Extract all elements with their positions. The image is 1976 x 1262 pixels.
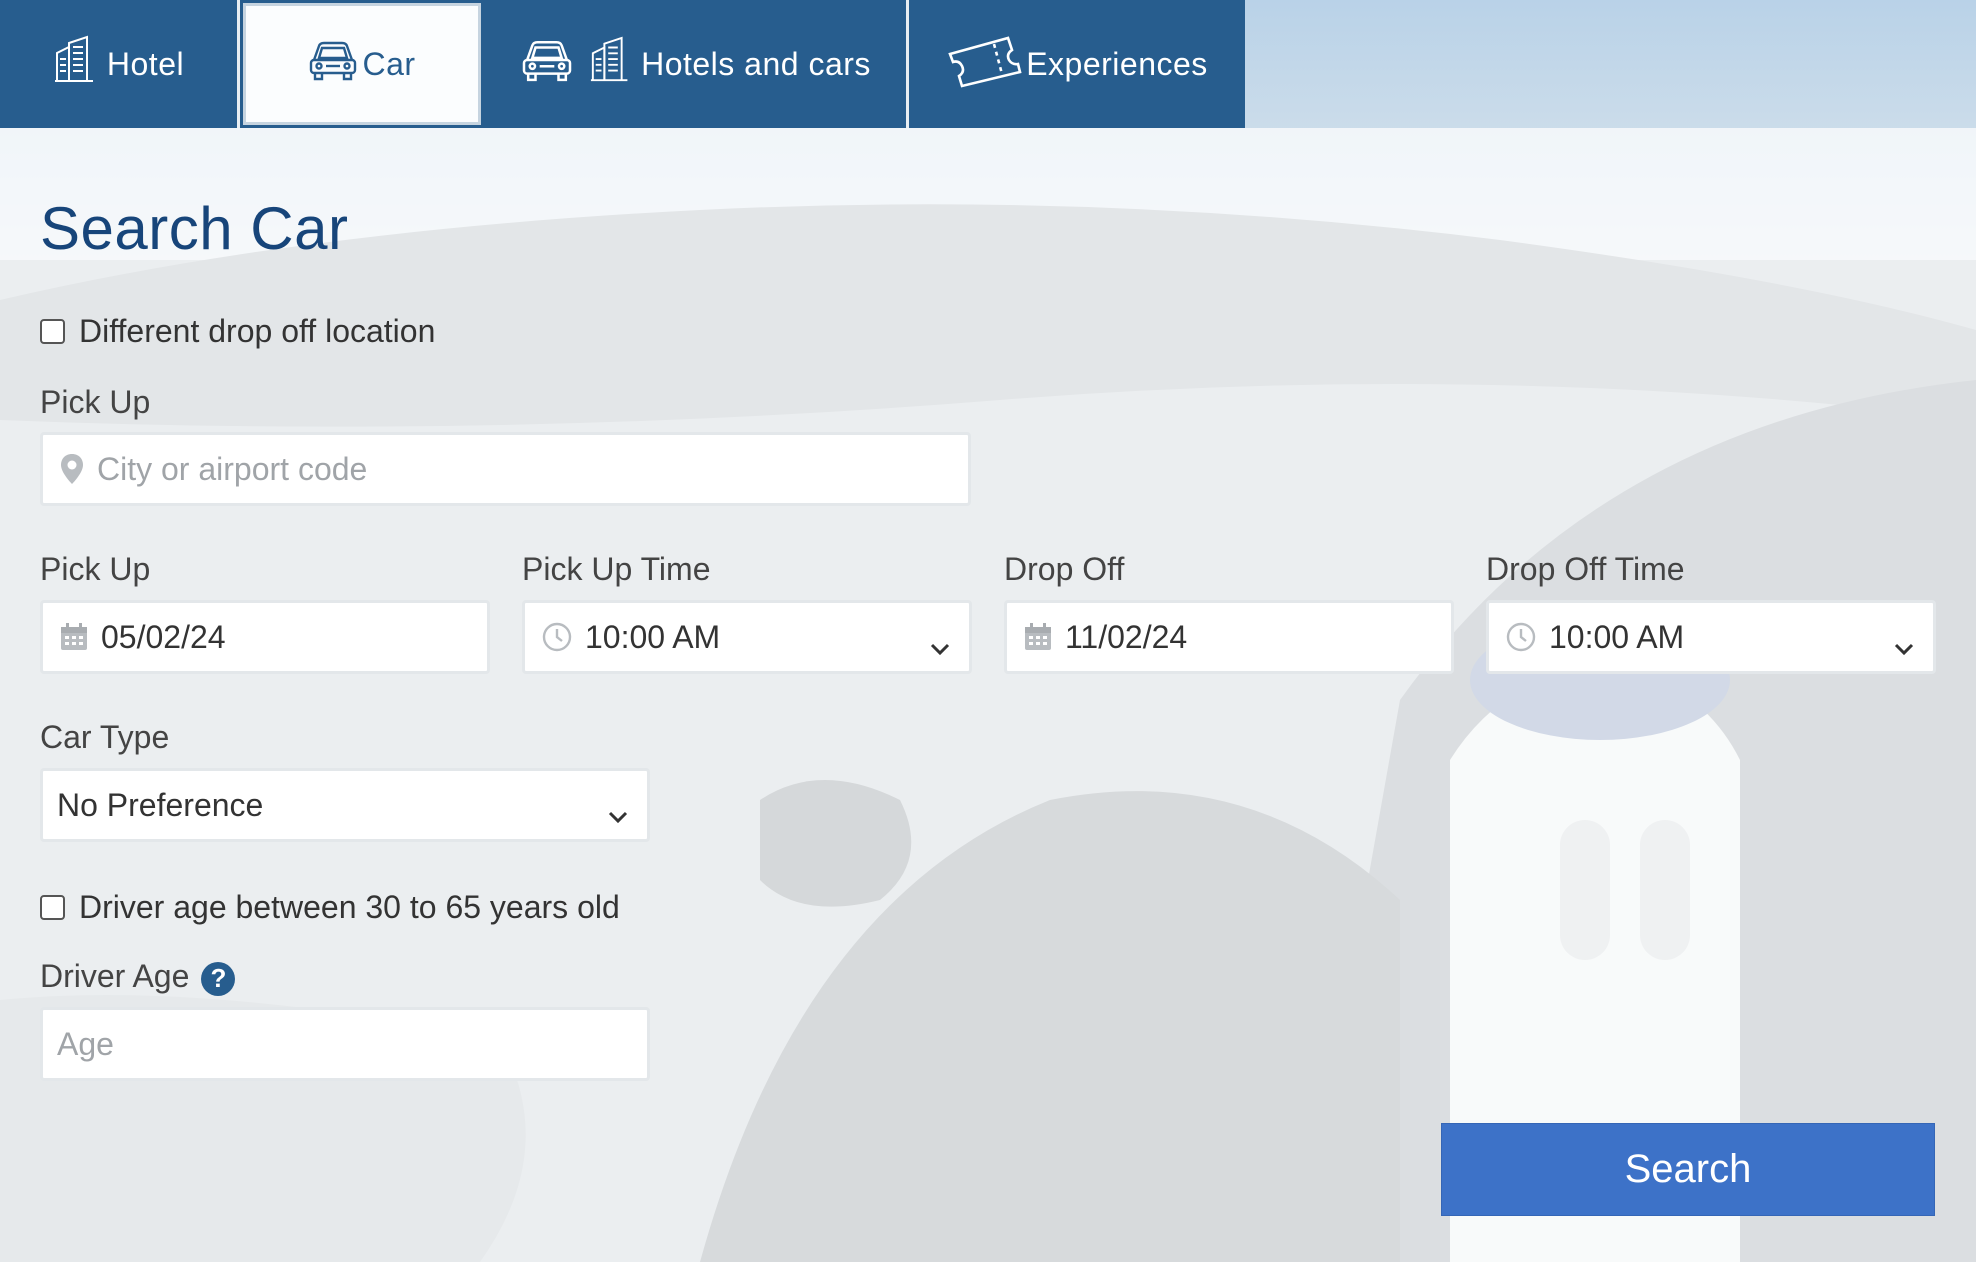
tab-hotel[interactable]: Hotel [0, 0, 240, 128]
ticket-icon [946, 32, 1022, 96]
pickup-date-label: Pick Up [40, 551, 151, 587]
driver-age-range-label[interactable]: Driver age between 30 to 65 years old [79, 889, 620, 926]
pickup-location-label: Pick Up [40, 384, 151, 420]
chevron-down-icon [607, 795, 629, 832]
car-icon [308, 38, 358, 90]
pickup-location-input[interactable]: City or airport code [40, 432, 971, 506]
driver-age-placeholder: Age [57, 1025, 114, 1062]
pickup-location-placeholder: City or airport code [97, 450, 368, 487]
driver-age-input[interactable]: Age [40, 1007, 650, 1081]
search-type-tabs: Hotel Car Hotels and cars Experiences [0, 0, 1245, 128]
different-dropoff-row: Different drop off location [40, 313, 435, 350]
tab-hotels-and-cars[interactable]: Hotels and cars [484, 0, 909, 128]
calendar-icon [59, 622, 89, 652]
pickup-time-label: Pick Up Time [522, 551, 711, 587]
driver-age-label: Driver Age [40, 958, 190, 994]
search-button[interactable]: Search [1441, 1123, 1935, 1216]
pickup-time-value: 10:00 AM [585, 618, 721, 655]
tab-hotel-label: Hotel [106, 45, 185, 82]
dropoff-time-value: 10:00 AM [1549, 618, 1685, 655]
car-type-value: No Preference [57, 786, 264, 823]
chevron-down-icon [1893, 627, 1915, 664]
different-dropoff-checkbox[interactable] [40, 319, 65, 344]
car-search-form: Search Car Different drop off location P… [0, 128, 1976, 1262]
calendar-icon [1023, 622, 1053, 652]
tab-car-label: Car [362, 45, 416, 82]
clock-icon [541, 621, 573, 653]
hotel-icon [589, 35, 637, 93]
dropoff-date-label: Drop Off [1004, 551, 1125, 587]
dropoff-date-value: 11/02/24 [1065, 618, 1188, 655]
dropoff-date-input[interactable]: 11/02/24 [1004, 600, 1454, 674]
dropoff-time-select[interactable]: 10:00 AM [1486, 600, 1936, 674]
car-type-select[interactable]: No Preference [40, 768, 650, 842]
dropoff-time-label: Drop Off Time [1486, 551, 1685, 587]
different-dropoff-label[interactable]: Different drop off location [79, 313, 435, 350]
pickup-date-value: 05/02/24 [101, 618, 226, 655]
driver-age-range-checkbox[interactable] [40, 895, 65, 920]
chevron-down-icon [929, 627, 951, 664]
tab-experiences[interactable]: Experiences [909, 0, 1245, 128]
clock-icon [1505, 621, 1537, 653]
tab-hotels-and-cars-label: Hotels and cars [641, 45, 871, 82]
tab-car[interactable]: Car [240, 0, 484, 128]
help-icon[interactable]: ? [201, 961, 236, 996]
page-title: Search Car [40, 195, 349, 262]
pickup-date-input[interactable]: 05/02/24 [40, 600, 490, 674]
tab-experiences-label: Experiences [1026, 45, 1208, 82]
hotel-icon [53, 35, 103, 93]
car-type-label: Car Type [40, 719, 170, 755]
driver-age-label-row: Driver Age? [40, 958, 236, 996]
car-icon [519, 37, 575, 91]
driver-age-range-row: Driver age between 30 to 65 years old [40, 889, 620, 926]
map-pin-icon [59, 453, 85, 485]
pickup-time-select[interactable]: 10:00 AM [522, 600, 972, 674]
